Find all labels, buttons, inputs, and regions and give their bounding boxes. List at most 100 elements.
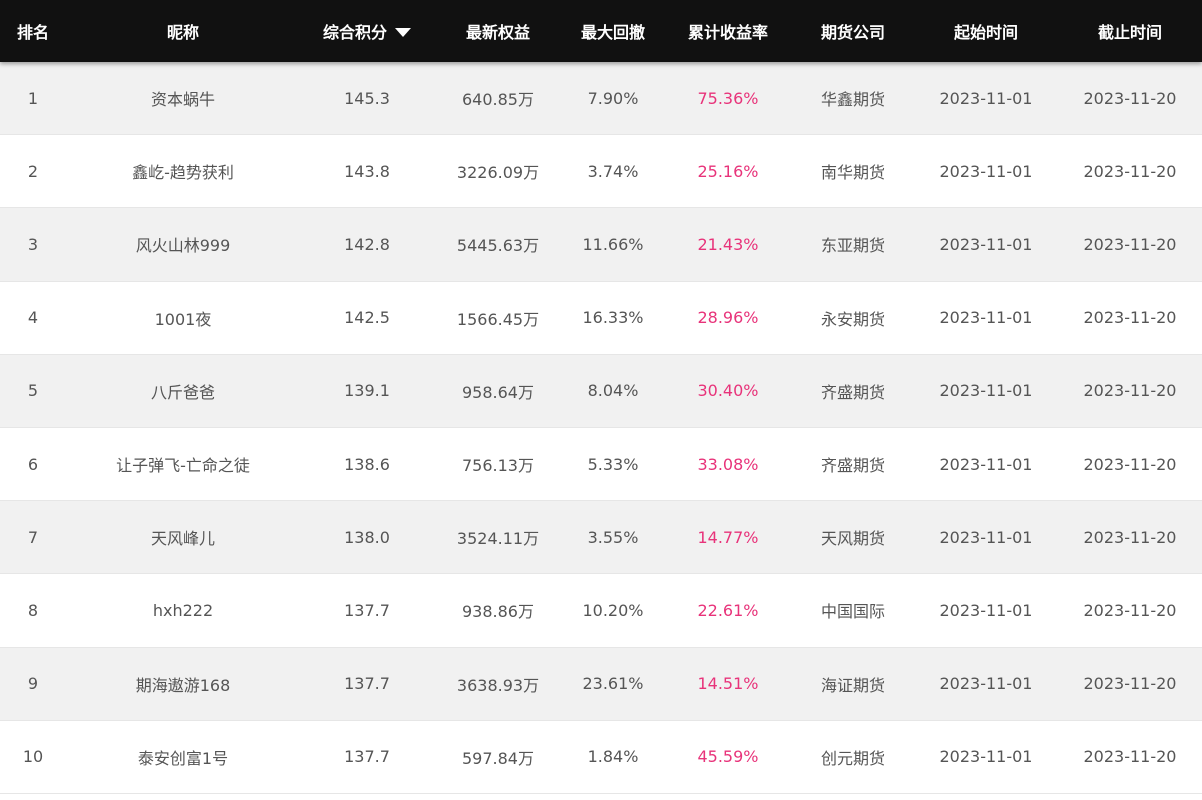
row-rank: 5 <box>27 381 39 401</box>
row-name: 让子弹飞-亡命之徒 <box>116 456 250 476</box>
row-start: 2023-11-01 <box>939 527 1033 547</box>
row-name: 风火山林999 <box>135 236 231 256</box>
row-score: 137.7 <box>344 747 390 767</box>
row-name: 期海遨游168 <box>135 675 231 695</box>
table-row: 9 期海遨游168 137.7 3638.93万 23.61% 14.51% 海… <box>0 647 1202 721</box>
row-rank: 4 <box>27 308 39 328</box>
row-return: 21.43% <box>697 234 759 254</box>
row-score: 137.7 <box>344 674 390 694</box>
table-row: 4 1001夜 142.5 1566.45万 16.33% 28.96% 永安期… <box>0 281 1202 355</box>
row-company: 齐盛期货 <box>820 382 885 402</box>
header-start: 起始时间 <box>953 23 1018 42</box>
row-return: 25.16% <box>697 161 759 181</box>
row-drawdown: 7.90% <box>587 88 639 108</box>
row-equity: 3524.11万 <box>456 529 540 549</box>
row-start: 2023-11-01 <box>939 674 1033 694</box>
row-score: 143.8 <box>344 161 390 181</box>
row-score: 138.6 <box>344 454 390 474</box>
row-return: 75.36% <box>697 88 759 108</box>
header-equity: 最新权益 <box>465 23 530 42</box>
row-drawdown: 3.55% <box>587 527 639 547</box>
row-end: 2023-11-20 <box>1083 527 1177 547</box>
row-equity: 5445.63万 <box>456 236 540 256</box>
table-row: 10 泰安创富1号 137.7 597.84万 1.84% 45.59% 创元期… <box>0 720 1202 794</box>
row-score: 137.7 <box>344 600 390 620</box>
row-score: 142.8 <box>344 234 390 254</box>
table-row: 2 鑫屹-趋势获利 143.8 3226.09万 3.74% 25.16% 南华… <box>0 135 1202 209</box>
row-company: 齐盛期货 <box>820 456 885 476</box>
row-end: 2023-11-20 <box>1083 308 1177 328</box>
row-name: 八斤爸爸 <box>150 382 215 402</box>
row-drawdown: 5.33% <box>587 454 639 474</box>
row-rank: 8 <box>27 600 39 620</box>
row-rank: 1 <box>27 88 39 108</box>
row-start: 2023-11-01 <box>939 234 1033 254</box>
row-equity: 3226.09万 <box>456 163 540 183</box>
row-end: 2023-11-20 <box>1083 674 1177 694</box>
table-row: 8 hxh222 137.7 938.86万 10.20% 22.61% 中国国… <box>0 574 1202 648</box>
row-drawdown: 8.04% <box>587 381 639 401</box>
row-start: 2023-11-01 <box>939 308 1033 328</box>
header-score-sort[interactable]: 综合积分 <box>300 19 434 43</box>
ranking-table: 排名 昵称 综合积分 最新权益 最大回撤 累计收益率 期货公司 起始时间 截止时… <box>0 0 1202 794</box>
row-score: 138.0 <box>344 527 390 547</box>
caret-down-icon <box>395 28 411 37</box>
row-end: 2023-11-20 <box>1083 600 1177 620</box>
row-end: 2023-11-20 <box>1083 747 1177 767</box>
row-company: 南华期货 <box>820 163 885 183</box>
table-row: 6 让子弹飞-亡命之徒 138.6 756.13万 5.33% 33.08% 齐… <box>0 427 1202 502</box>
row-drawdown: 23.61% <box>582 674 644 694</box>
row-return: 28.96% <box>697 308 759 328</box>
row-name: 1001夜 <box>154 309 212 329</box>
row-company: 天风期货 <box>820 529 885 549</box>
row-end: 2023-11-20 <box>1083 161 1177 181</box>
row-rank: 2 <box>27 161 39 181</box>
row-name: 资本蜗牛 <box>150 90 215 110</box>
table-header: 排名 昵称 综合积分 最新权益 最大回撤 累计收益率 期货公司 起始时间 截止时… <box>0 0 1202 62</box>
row-company: 永安期货 <box>820 309 885 329</box>
row-start: 2023-11-01 <box>939 600 1033 620</box>
row-return: 14.77% <box>697 527 759 547</box>
header-drawdown: 最大回撤 <box>580 23 645 42</box>
row-company: 海证期货 <box>820 675 885 695</box>
row-score: 145.3 <box>344 88 390 108</box>
row-drawdown: 1.84% <box>587 747 639 767</box>
row-end: 2023-11-20 <box>1083 381 1177 401</box>
row-return: 30.40% <box>697 381 759 401</box>
header-score-label: 综合积分 <box>322 23 387 42</box>
header-return: 累计收益率 <box>687 23 768 42</box>
row-equity: 640.85万 <box>462 90 534 110</box>
row-rank: 7 <box>27 527 39 547</box>
row-company: 东亚期货 <box>820 236 885 256</box>
row-return: 33.08% <box>697 454 759 474</box>
row-score: 142.5 <box>344 308 390 328</box>
row-company: 中国国际 <box>820 602 885 622</box>
row-return: 22.61% <box>697 600 759 620</box>
row-drawdown: 16.33% <box>582 308 644 328</box>
table-row: 5 八斤爸爸 139.1 958.64万 8.04% 30.40% 齐盛期货 2… <box>0 354 1202 428</box>
header-name: 昵称 <box>166 23 199 42</box>
row-name: 鑫屹-趋势获利 <box>132 163 234 183</box>
row-name: hxh222 <box>152 600 214 620</box>
row-drawdown: 10.20% <box>582 600 644 620</box>
row-rank: 10 <box>22 747 44 767</box>
row-start: 2023-11-01 <box>939 381 1033 401</box>
row-rank: 6 <box>27 454 39 474</box>
row-equity: 3638.93万 <box>456 675 540 695</box>
table-row: 1 资本蜗牛 145.3 640.85万 7.90% 75.36% 华鑫期货 2… <box>0 62 1202 136</box>
row-company: 创元期货 <box>820 748 885 768</box>
row-start: 2023-11-01 <box>939 161 1033 181</box>
table-row: 3 风火山林999 142.8 5445.63万 11.66% 21.43% 东… <box>0 208 1202 282</box>
row-equity: 597.84万 <box>462 748 534 768</box>
row-equity: 756.13万 <box>462 456 534 476</box>
row-name: 泰安创富1号 <box>137 748 229 768</box>
header-company: 期货公司 <box>820 23 885 42</box>
row-drawdown: 11.66% <box>582 234 644 254</box>
row-equity: 938.86万 <box>462 602 534 622</box>
row-equity: 958.64万 <box>462 382 534 402</box>
row-company: 华鑫期货 <box>820 90 885 110</box>
row-start: 2023-11-01 <box>939 747 1033 767</box>
row-rank: 3 <box>27 234 39 254</box>
row-rank: 9 <box>27 674 39 694</box>
row-end: 2023-11-20 <box>1083 234 1177 254</box>
